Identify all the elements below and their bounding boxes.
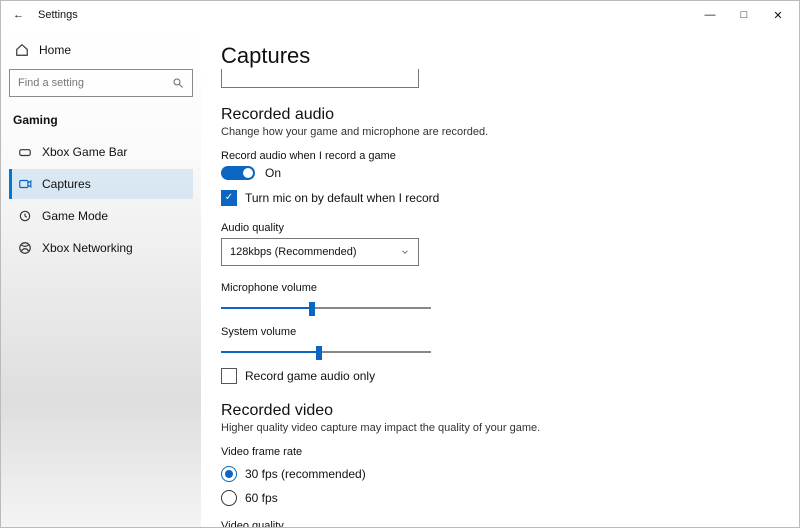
sidebar-item-xbox-game-bar[interactable]: Xbox Game Bar [9,137,193,167]
search-placeholder: Find a setting [18,77,84,89]
system-volume-slider[interactable] [221,342,431,362]
recorded-video-heading: Recorded video [221,402,779,420]
app-title: Settings [38,9,78,21]
max-length-dropdown[interactable]: 2 hours ▾ [221,69,419,88]
mic-default-label: Turn mic on by default when I record [245,191,439,205]
fps-60-label: 60 fps [245,491,278,505]
recorded-video-sub: Higher quality video capture may impact … [221,422,779,434]
mic-volume-label: Microphone volume [221,282,779,294]
audio-quality-label: Audio quality [221,222,779,234]
captures-icon [18,177,32,191]
chevron-down-icon [400,247,410,257]
game-audio-only-checkbox[interactable] [221,368,237,384]
home-icon [15,43,29,57]
fps-30-radio[interactable] [221,466,237,482]
toggle-state: On [265,166,281,180]
sidebar-item-game-mode[interactable]: Game Mode [9,201,193,231]
fps-30-label: 30 fps (recommended) [245,467,366,481]
game-audio-only-label: Record game audio only [245,369,375,383]
sidebar-item-label: Captures [42,177,91,191]
back-button[interactable]: ← [13,9,24,21]
mic-volume-slider[interactable] [221,298,431,318]
minimize-button[interactable]: — [693,4,727,26]
fps-60-radio[interactable] [221,490,237,506]
sidebar: Home Find a setting Gaming Xbox Game Bar [1,29,201,527]
sidebar-item-label: Xbox Game Bar [42,145,127,159]
game-bar-icon [18,145,32,159]
record-audio-toggle-label: Record audio when I record a game [221,150,779,162]
frame-rate-label: Video frame rate [221,446,779,458]
sidebar-item-label: Xbox Networking [42,241,133,255]
settings-window: ← Settings — □ ✕ Home Find a setting Ga [0,0,800,528]
search-icon [172,77,184,89]
sidebar-item-label: Game Mode [42,209,108,223]
titlebar: ← Settings — □ ✕ [1,1,799,29]
section-header: Gaming [9,109,193,135]
maximize-button[interactable]: □ [727,4,761,26]
audio-quality-dropdown[interactable]: 128kbps (Recommended) [221,238,419,266]
close-button[interactable]: ✕ [761,4,795,26]
home-link[interactable]: Home [9,37,193,63]
home-label: Home [39,43,71,57]
recorded-audio-sub: Change how your game and microphone are … [221,126,779,138]
sidebar-item-xbox-networking[interactable]: Xbox Networking [9,233,193,263]
sidebar-item-captures[interactable]: Captures [9,169,193,199]
recorded-audio-heading: Recorded audio [221,106,779,124]
system-volume-label: System volume [221,326,779,338]
mic-default-checkbox[interactable]: ✓ [221,190,237,206]
record-audio-toggle[interactable] [221,166,255,180]
xbox-icon [18,241,32,255]
page-title: Captures [221,43,779,69]
search-input[interactable]: Find a setting [9,69,193,97]
video-quality-label: Video quality [221,520,779,527]
content-area: Captures 2 hours ▾ Recorded audio Change… [201,29,799,527]
game-mode-icon [18,209,32,223]
